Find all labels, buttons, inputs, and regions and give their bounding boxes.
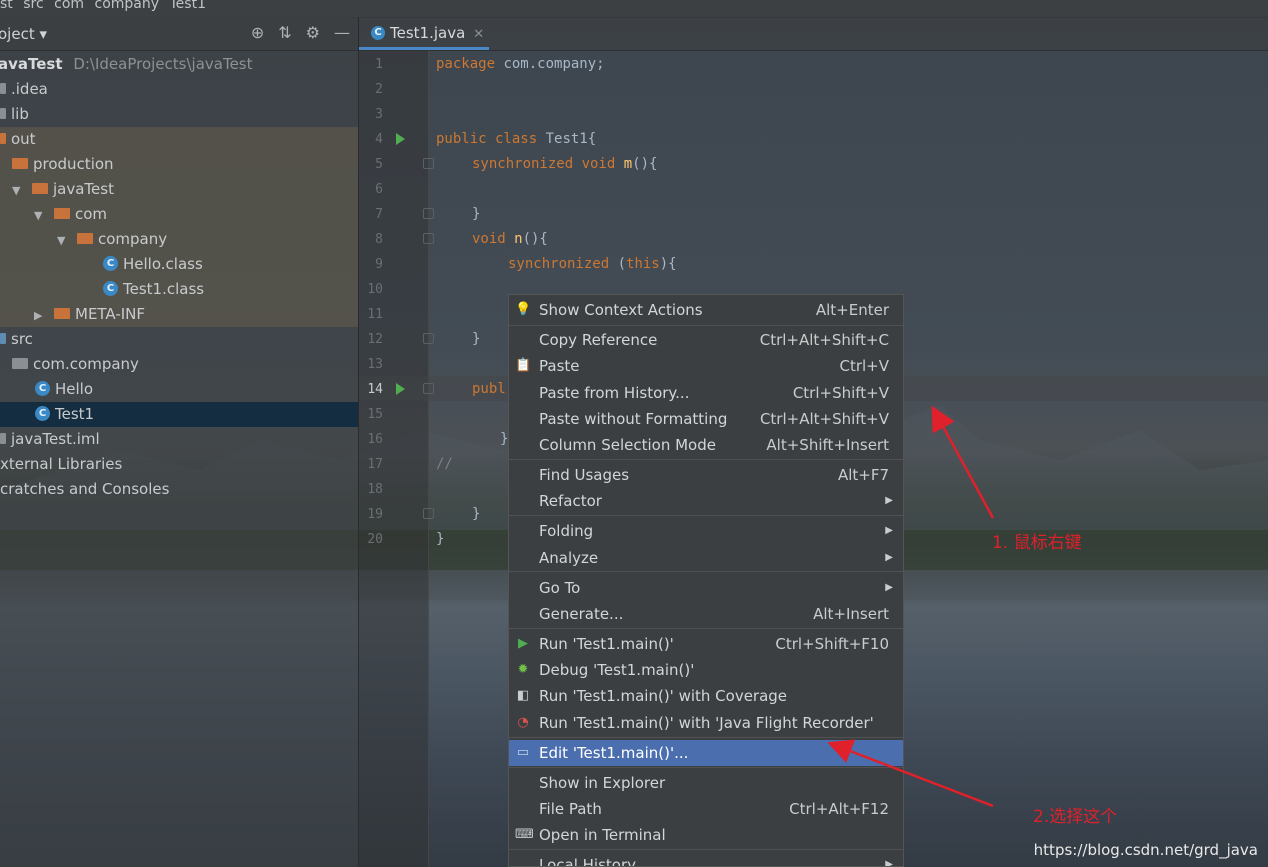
annotation-step-2: 2.选择这个	[1033, 807, 1118, 827]
watermark: https://blog.csdn.net/grd_java	[1033, 841, 1258, 859]
annotation-arrow-1	[931, 405, 995, 519]
annotation-step-1: 1. 鼠标右键	[992, 533, 1082, 553]
annotation-arrow-2	[827, 739, 994, 808]
annotation-arrows	[827, 405, 995, 808]
